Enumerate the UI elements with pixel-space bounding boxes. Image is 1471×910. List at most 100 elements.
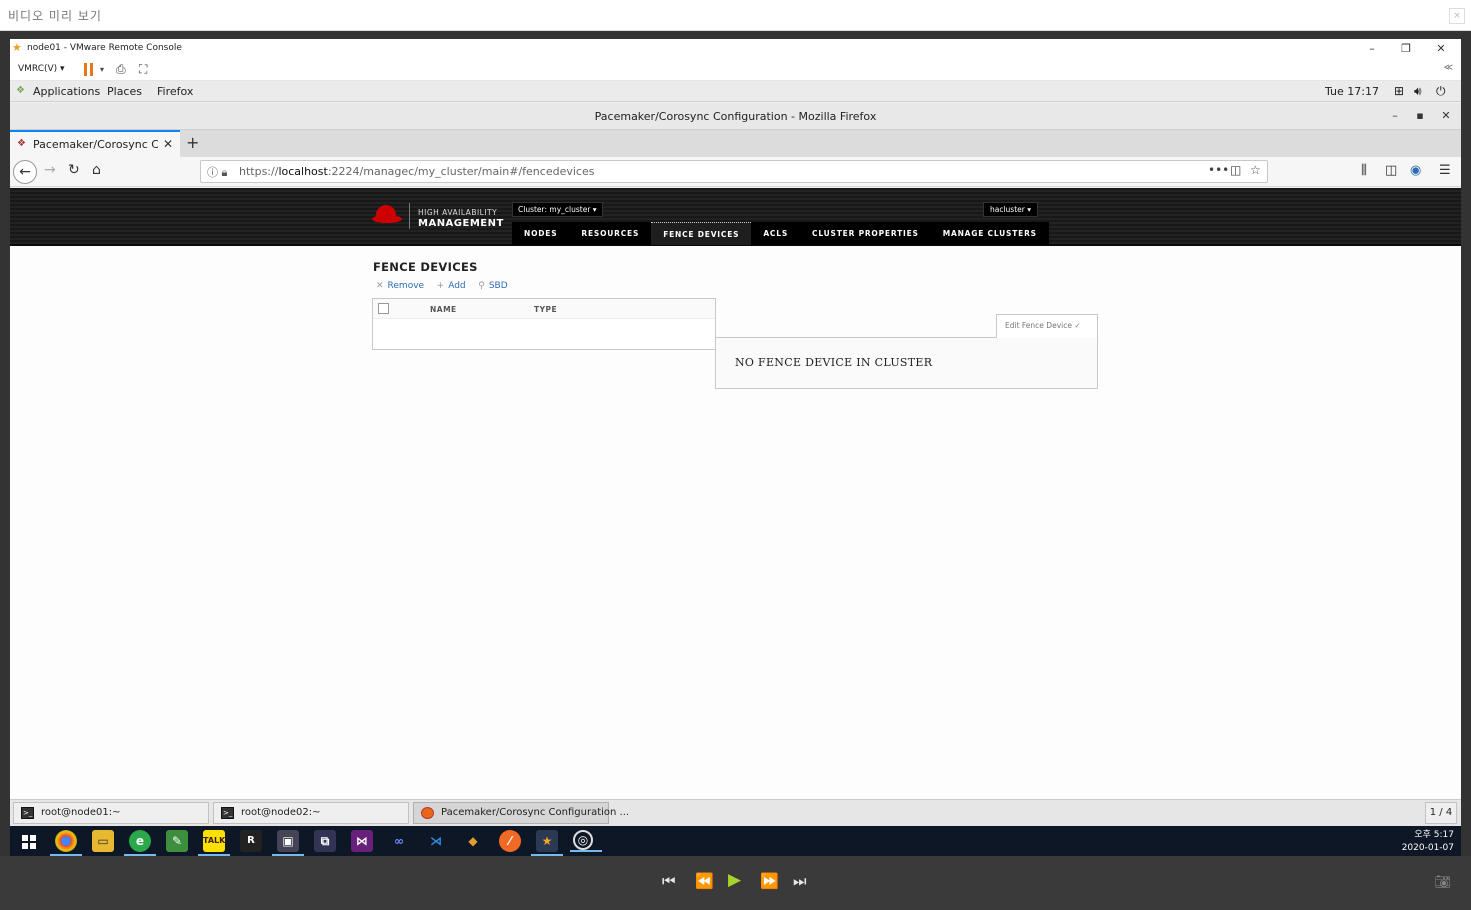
- app-icon[interactable]: ⧉: [314, 830, 336, 852]
- remote-desktop-icon[interactable]: ▣: [272, 830, 304, 856]
- applications-icon: ❖: [16, 85, 25, 96]
- gnome-window-list: >_ root@node01:~ >_ root@node02:~ Pacema…: [10, 799, 1461, 826]
- pcs-header: HIGH AVAILABILITY MANAGEMENT Cluster: my…: [10, 188, 1461, 246]
- pocket-icon[interactable]: ◫: [1230, 163, 1241, 177]
- nav-acls[interactable]: ACLS: [751, 222, 800, 245]
- add-icon[interactable]: +: [437, 281, 445, 291]
- nav-fence-devices[interactable]: FENCE DEVICES: [651, 222, 752, 245]
- postman-icon[interactable]: ⁄: [499, 830, 521, 852]
- vmrc-window: ★ node01 - VMware Remote Console – ❐ ✕ V…: [10, 39, 1461, 856]
- column-type[interactable]: TYPE: [534, 305, 557, 314]
- add-link[interactable]: Add: [448, 281, 465, 291]
- fence-device-detail: NO FENCE DEVICE IN CLUSTER: [715, 337, 1098, 389]
- pcs-favicon-icon: ❖: [17, 138, 26, 149]
- nav-nodes[interactable]: NODES: [512, 222, 569, 245]
- nav-manage-clusters[interactable]: MANAGE CLUSTERS: [931, 222, 1049, 245]
- minimize-button[interactable]: –: [1360, 41, 1384, 57]
- restore-button[interactable]: ❐: [1394, 41, 1418, 57]
- fence-actions: ✕ Remove + Add ⚲ SBD: [376, 281, 512, 291]
- new-tab-icon[interactable]: +: [186, 133, 199, 152]
- power-icon[interactable]: ⏻: [1436, 84, 1446, 99]
- evernote-icon[interactable]: e: [124, 830, 156, 856]
- user-menu[interactable]: hacluster ▾: [983, 202, 1039, 217]
- sbd-icon[interactable]: ⚲: [478, 281, 485, 291]
- windows-taskbar: ▭ e ✎ TALK R ▣ ⧉ ⋈ ∞ ⋊ ◆ ⁄ ★ ◎ 오후 5:17 2…: [10, 826, 1461, 856]
- task-node02-terminal[interactable]: >_ root@node02:~: [213, 802, 409, 824]
- reload-icon[interactable]: ↻: [68, 162, 80, 178]
- firefox-close-button[interactable]: ✕: [1434, 108, 1458, 124]
- vscode-icon[interactable]: ⋊: [425, 830, 447, 852]
- pause-icon[interactable]: [84, 63, 94, 76]
- windows-start-icon[interactable]: [22, 835, 36, 849]
- terminal-icon: >_: [21, 807, 34, 819]
- rewind-icon[interactable]: ⏪: [695, 872, 714, 890]
- firefox-navbar: ← → ↻ ⌂ ⓘ 🔒︎ https://localhost:2224/mana…: [10, 157, 1461, 187]
- back-icon[interactable]: ←: [13, 160, 37, 184]
- tab-close-icon[interactable]: ✕: [163, 137, 173, 151]
- skip-to-start-icon[interactable]: ⏮: [662, 872, 676, 890]
- library-icon[interactable]: ⫼: [1361, 163, 1367, 178]
- firefox-icon: [421, 807, 434, 819]
- windows-clock[interactable]: 오후 5:17 2020-01-07: [1402, 829, 1454, 855]
- vmware-logo-icon: ★: [12, 41, 22, 54]
- vmrc-menu[interactable]: VMRC(V) ▾: [18, 64, 65, 74]
- skip-to-end-icon[interactable]: ⏭: [793, 872, 807, 890]
- network-icon[interactable]: ⊞: [1394, 84, 1404, 98]
- volume-icon[interactable]: 🔊︎: [1414, 84, 1422, 99]
- task-firefox[interactable]: Pacemaker/Corosync Configuration ...: [413, 802, 629, 824]
- chrome-icon[interactable]: [50, 830, 82, 856]
- infinity-icon[interactable]: ∞: [388, 830, 410, 852]
- workspace-indicator[interactable]: 1 / 4: [1425, 802, 1457, 824]
- applications-menu[interactable]: Applications: [33, 85, 100, 98]
- visual-studio-icon[interactable]: ⋈: [351, 830, 373, 852]
- terminal-icon: >_: [221, 807, 234, 819]
- sidebar-icon[interactable]: ◫: [1385, 163, 1397, 178]
- sbd-link[interactable]: SBD: [489, 281, 508, 291]
- vmware-taskbar-icon[interactable]: ★: [531, 830, 563, 856]
- play-icon[interactable]: ▶: [728, 870, 741, 890]
- bookmark-star-icon[interactable]: ☆: [1250, 163, 1261, 177]
- pause-dropdown-icon[interactable]: ▾: [100, 65, 104, 74]
- git-icon[interactable]: ◆: [462, 830, 484, 852]
- column-name[interactable]: NAME: [430, 305, 457, 314]
- remove-link[interactable]: Remove: [388, 281, 425, 291]
- select-all-checkbox[interactable]: [378, 303, 389, 314]
- firefox-maximize-button[interactable]: ▪: [1408, 108, 1432, 124]
- account-icon[interactable]: ◉: [1410, 163, 1421, 178]
- page-actions-icon[interactable]: •••: [1208, 163, 1229, 177]
- cluster-selector[interactable]: Cluster: my_cluster ▾: [512, 202, 603, 217]
- places-menu[interactable]: Places: [107, 85, 142, 98]
- remove-icon[interactable]: ✕: [376, 281, 384, 291]
- task-node01-terminal[interactable]: >_ root@node01:~: [13, 802, 209, 824]
- fast-forward-icon[interactable]: ⏩: [760, 872, 779, 890]
- site-info-icon[interactable]: ⓘ 🔒︎: [207, 164, 227, 180]
- obs-icon[interactable]: ◎: [570, 830, 602, 852]
- edit-fence-device-button[interactable]: Edit Fence Device ✓: [996, 314, 1098, 338]
- firefox-minimize-button[interactable]: –: [1383, 108, 1407, 124]
- nav-cluster-properties[interactable]: CLUSTER PROPERTIES: [800, 222, 931, 245]
- video-player-controls: ⏮ ⏪ ▶ ⏩ ⏭ 📷︎: [0, 856, 1471, 910]
- forward-icon[interactable]: →: [44, 162, 56, 178]
- kakaotalk-icon[interactable]: TALK: [198, 830, 230, 856]
- url-text[interactable]: https://localhost:2224/managec/my_cluste…: [239, 165, 594, 178]
- hamburger-menu-icon[interactable]: ☰: [1439, 163, 1451, 178]
- vmrc-title: node01 - VMware Remote Console: [27, 43, 182, 53]
- collapse-toolbar-icon[interactable]: ≪: [1444, 63, 1453, 73]
- file-explorer-icon[interactable]: ▭: [92, 830, 114, 852]
- snapshot-camera-icon[interactable]: 📷︎: [1434, 875, 1451, 890]
- fullscreen-icon[interactable]: ⛶: [139, 62, 147, 77]
- url-bar[interactable]: ⓘ 🔒︎ https://localhost:2224/managec/my_c…: [200, 160, 1268, 183]
- tab-title: Pacemaker/Corosync Con: [33, 138, 158, 151]
- task-label: Pacemaker/Corosync Configuration ...: [441, 807, 630, 818]
- browser-tab[interactable]: ❖ Pacemaker/Corosync Con ✕: [10, 130, 180, 157]
- panel-clock[interactable]: Tue 17:17: [1325, 85, 1379, 98]
- firefox-window-title: Pacemaker/Corosync Configuration - Mozil…: [594, 110, 877, 123]
- close-button[interactable]: ✕: [1429, 41, 1453, 57]
- send-ctrl-alt-del-icon[interactable]: ⎙: [116, 62, 126, 77]
- preview-close-button[interactable]: ×: [1449, 8, 1465, 24]
- nav-resources[interactable]: RESOURCES: [569, 222, 651, 245]
- rstudio-icon[interactable]: R: [240, 830, 262, 852]
- firefox-menu[interactable]: Firefox: [157, 85, 193, 98]
- home-icon[interactable]: ⌂: [92, 162, 101, 178]
- notepad-icon[interactable]: ✎: [166, 830, 188, 852]
